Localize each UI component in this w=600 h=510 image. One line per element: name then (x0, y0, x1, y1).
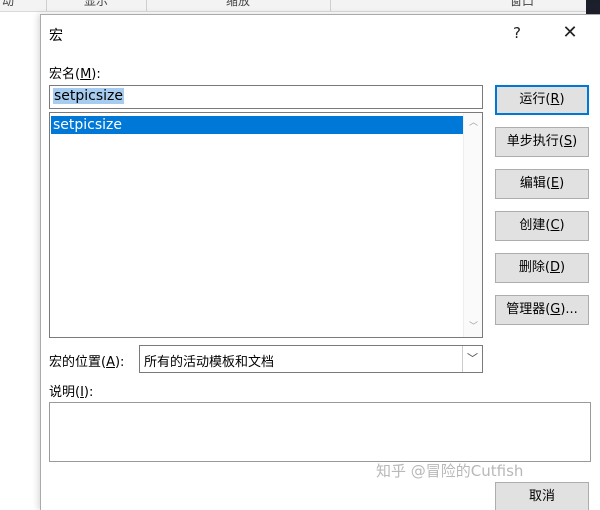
list-scrollbar[interactable]: ︿ ﹀ (463, 113, 482, 337)
chevron-down-icon[interactable]: ﹀ (462, 346, 482, 372)
chevron-up-icon[interactable]: ︿ (464, 115, 483, 131)
create-button[interactable]: 创建(C) (495, 211, 589, 241)
background-ribbon: 动 显示 缩放 窗口 (0, 0, 600, 12)
ribbon-label: 动 (2, 0, 15, 8)
ribbon-separator (146, 0, 147, 11)
macro-list[interactable]: setpicsize ︿ ﹀ (49, 112, 483, 338)
list-item[interactable]: setpicsize (51, 116, 463, 134)
macro-location-value: 所有的活动模板和文档 (144, 355, 275, 370)
close-button[interactable]: ✕ (557, 21, 583, 45)
ribbon-label: 缩放 (226, 0, 251, 8)
help-button[interactable]: ? (509, 21, 525, 45)
background-document (0, 12, 40, 510)
step-into-button[interactable]: 单步执行(S) (495, 127, 589, 157)
edit-button[interactable]: 编辑(E) (495, 169, 589, 199)
macro-name-label: 宏名(M): (49, 67, 101, 82)
run-button[interactable]: 运行(R) (495, 85, 589, 115)
macros-dialog: 宏 ? ✕ 宏名(M): setpicsize setpicsize ︿ ﹀ 宏… (40, 14, 600, 510)
screen: 动 显示 缩放 窗口 宏 ? ✕ 宏名(M): setpicsize setpi… (0, 0, 600, 510)
delete-button[interactable]: 删除(D) (495, 253, 589, 283)
ribbon-label: 显示 (84, 0, 109, 8)
dialog-title: 宏 (49, 28, 63, 44)
description-label: 说明(I): (49, 385, 94, 400)
ribbon-label: 窗口 (510, 0, 535, 8)
macro-name-value: setpicsize (53, 88, 125, 104)
dialog-titlebar[interactable]: 宏 ? ✕ (41, 15, 600, 53)
macro-name-input[interactable]: setpicsize (49, 85, 483, 109)
organizer-button[interactable]: 管理器(G)... (495, 295, 589, 325)
watermark: 知乎 @冒险的Cutfish (376, 462, 524, 480)
cancel-button[interactable]: 取消 (495, 482, 589, 510)
chevron-down-icon[interactable]: ﹀ (464, 319, 483, 335)
ribbon-separator (46, 0, 47, 11)
description-box (49, 402, 591, 462)
macro-location-label: 宏的位置(A): (49, 355, 125, 370)
ribbon-separator (330, 0, 331, 11)
macro-location-select[interactable]: 所有的活动模板和文档 ﹀ (139, 345, 483, 373)
